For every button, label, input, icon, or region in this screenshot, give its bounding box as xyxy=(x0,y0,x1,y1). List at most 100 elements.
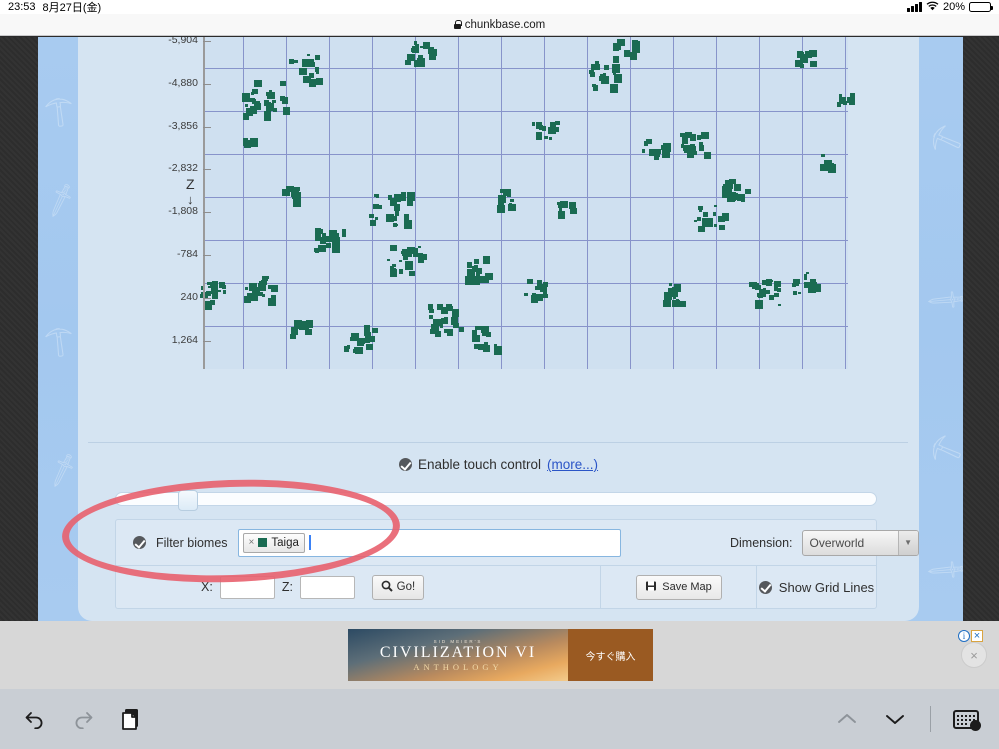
biome-blob xyxy=(206,291,211,296)
biome-blob xyxy=(723,184,729,191)
biome-blob xyxy=(387,259,390,261)
go-button[interactable]: Go! xyxy=(371,574,424,600)
ad-cta-button[interactable]: 今すぐ購入 xyxy=(568,629,653,681)
filter-biomes-checkbox[interactable] xyxy=(133,536,146,549)
ad-container: SID MEIER'S CIVILIZATION VI ANTHOLOGY 今す… xyxy=(0,621,999,689)
biome-blob xyxy=(555,121,560,125)
biome-blob xyxy=(821,154,825,157)
biome-blob xyxy=(423,42,430,49)
biome-blob xyxy=(211,287,218,294)
z-axis-tick-label: 1,264 xyxy=(171,333,198,346)
more-link[interactable]: (more...) xyxy=(547,457,598,472)
show-grid-lines-cell[interactable]: Show Grid Lines xyxy=(757,566,876,608)
biome-blob xyxy=(366,344,373,350)
toolbar-divider xyxy=(930,706,931,732)
save-map-button[interactable]: Save Map xyxy=(635,574,722,600)
biome-blob xyxy=(409,271,415,276)
biome-blob xyxy=(245,287,248,290)
enable-touch-control-row[interactable]: Enable touch control (more...) xyxy=(78,457,919,472)
biome-blob xyxy=(315,248,319,253)
keyboard-dismiss-icon[interactable] xyxy=(953,706,981,732)
zoom-slider-handle[interactable] xyxy=(178,490,198,511)
biome-blob xyxy=(590,72,595,77)
z-coordinate-input[interactable] xyxy=(299,575,355,599)
biome-blob xyxy=(850,93,855,99)
biome-blob xyxy=(483,256,490,264)
biome-blob xyxy=(728,192,736,201)
dimension-cell: Dimension: Overworld ▼ xyxy=(716,520,919,565)
browser-url-bar[interactable]: chunkbase.com xyxy=(0,14,999,36)
biome-blob xyxy=(474,265,478,269)
biome-tag-taiga[interactable]: × Taiga xyxy=(242,532,305,553)
chevron-up-icon[interactable] xyxy=(834,706,860,732)
biome-blob xyxy=(795,60,803,67)
watermark-pickaxe-icon: ⛏ xyxy=(923,429,963,471)
biome-blob xyxy=(299,68,307,75)
biome-blob xyxy=(375,217,378,220)
biome-blob xyxy=(326,243,331,248)
battery-percent: 20% xyxy=(942,1,965,13)
biome-blob xyxy=(544,136,548,139)
biome-blob xyxy=(713,212,716,216)
redo-arrow-icon[interactable] xyxy=(70,706,96,732)
watermark-pickaxe-icon: ⛏ xyxy=(38,88,81,132)
biome-blob xyxy=(269,90,272,93)
biome-blob xyxy=(763,288,766,291)
z-axis-tick-label: 240 xyxy=(180,290,198,303)
save-map-label: Save Map xyxy=(662,581,712,593)
adchoices-controls[interactable]: i × xyxy=(958,630,983,642)
biome-blob xyxy=(594,64,600,70)
biome-blob xyxy=(271,285,278,292)
biome-map[interactable]: -5,904 -4,880 -3,856 -2,832 -1,808 -784 240 1,2… xyxy=(78,37,919,407)
biome-blob xyxy=(613,56,619,63)
show-grid-lines-checkbox[interactable] xyxy=(758,580,772,594)
enable-touch-control-checkbox[interactable] xyxy=(398,458,412,471)
ad-title: CIVILIZATION VI xyxy=(379,643,537,661)
map-canvas[interactable] xyxy=(200,37,855,369)
watermark-sword-icon: 🗡 xyxy=(924,547,963,593)
biome-blob xyxy=(223,290,226,294)
biome-blob xyxy=(444,329,448,333)
biome-filter-input[interactable]: × Taiga xyxy=(237,528,621,557)
biome-blob xyxy=(634,44,640,51)
biome-blob xyxy=(290,334,296,339)
z-axis-title: Z ↓ xyxy=(186,177,195,206)
undo-arrow-icon[interactable] xyxy=(22,706,48,732)
ad-close-icon[interactable]: × xyxy=(971,630,983,642)
biome-blob xyxy=(357,338,364,346)
biome-blob xyxy=(828,164,836,173)
biome-blob xyxy=(536,122,542,129)
biome-blob xyxy=(418,246,421,248)
ad-banner[interactable]: SID MEIER'S CIVILIZATION VI ANTHOLOGY 今す… xyxy=(348,629,653,681)
biome-blob xyxy=(267,95,271,99)
biome-blob xyxy=(569,202,576,209)
biome-blob xyxy=(558,211,565,219)
dimension-select[interactable]: Overworld ▼ xyxy=(801,529,919,556)
biome-blob xyxy=(404,220,412,229)
go-button-label: Go! xyxy=(396,581,416,593)
biome-blob xyxy=(412,46,419,53)
biome-blob xyxy=(370,220,376,226)
biome-blob xyxy=(453,323,459,328)
chevron-down-icon[interactable] xyxy=(882,706,908,732)
zoom-slider[interactable] xyxy=(115,490,877,511)
ad-dismiss-button[interactable]: × xyxy=(961,642,987,668)
biome-blob xyxy=(305,329,312,335)
status-time: 23:53 xyxy=(8,1,36,13)
x-coordinate-input[interactable] xyxy=(219,575,275,599)
biome-blob xyxy=(369,214,374,218)
tag-remove-icon[interactable]: × xyxy=(249,537,255,548)
paste-clipboard-icon[interactable] xyxy=(118,706,144,732)
biome-blob xyxy=(452,309,459,317)
biome-blob xyxy=(497,205,505,213)
biome-blob xyxy=(613,45,619,51)
biome-blob xyxy=(315,55,320,60)
z-axis-tick xyxy=(203,297,211,299)
biome-blob xyxy=(630,52,637,60)
filter-biomes-label: Filter biomes xyxy=(156,535,228,550)
chevron-down-icon[interactable]: ▼ xyxy=(897,530,918,555)
biome-blob xyxy=(603,73,606,76)
biome-blob xyxy=(663,143,671,151)
panel-row-bottom: X: Z: Go! Save Map Show Grid Lines xyxy=(116,565,876,608)
info-icon[interactable]: i xyxy=(958,630,970,642)
